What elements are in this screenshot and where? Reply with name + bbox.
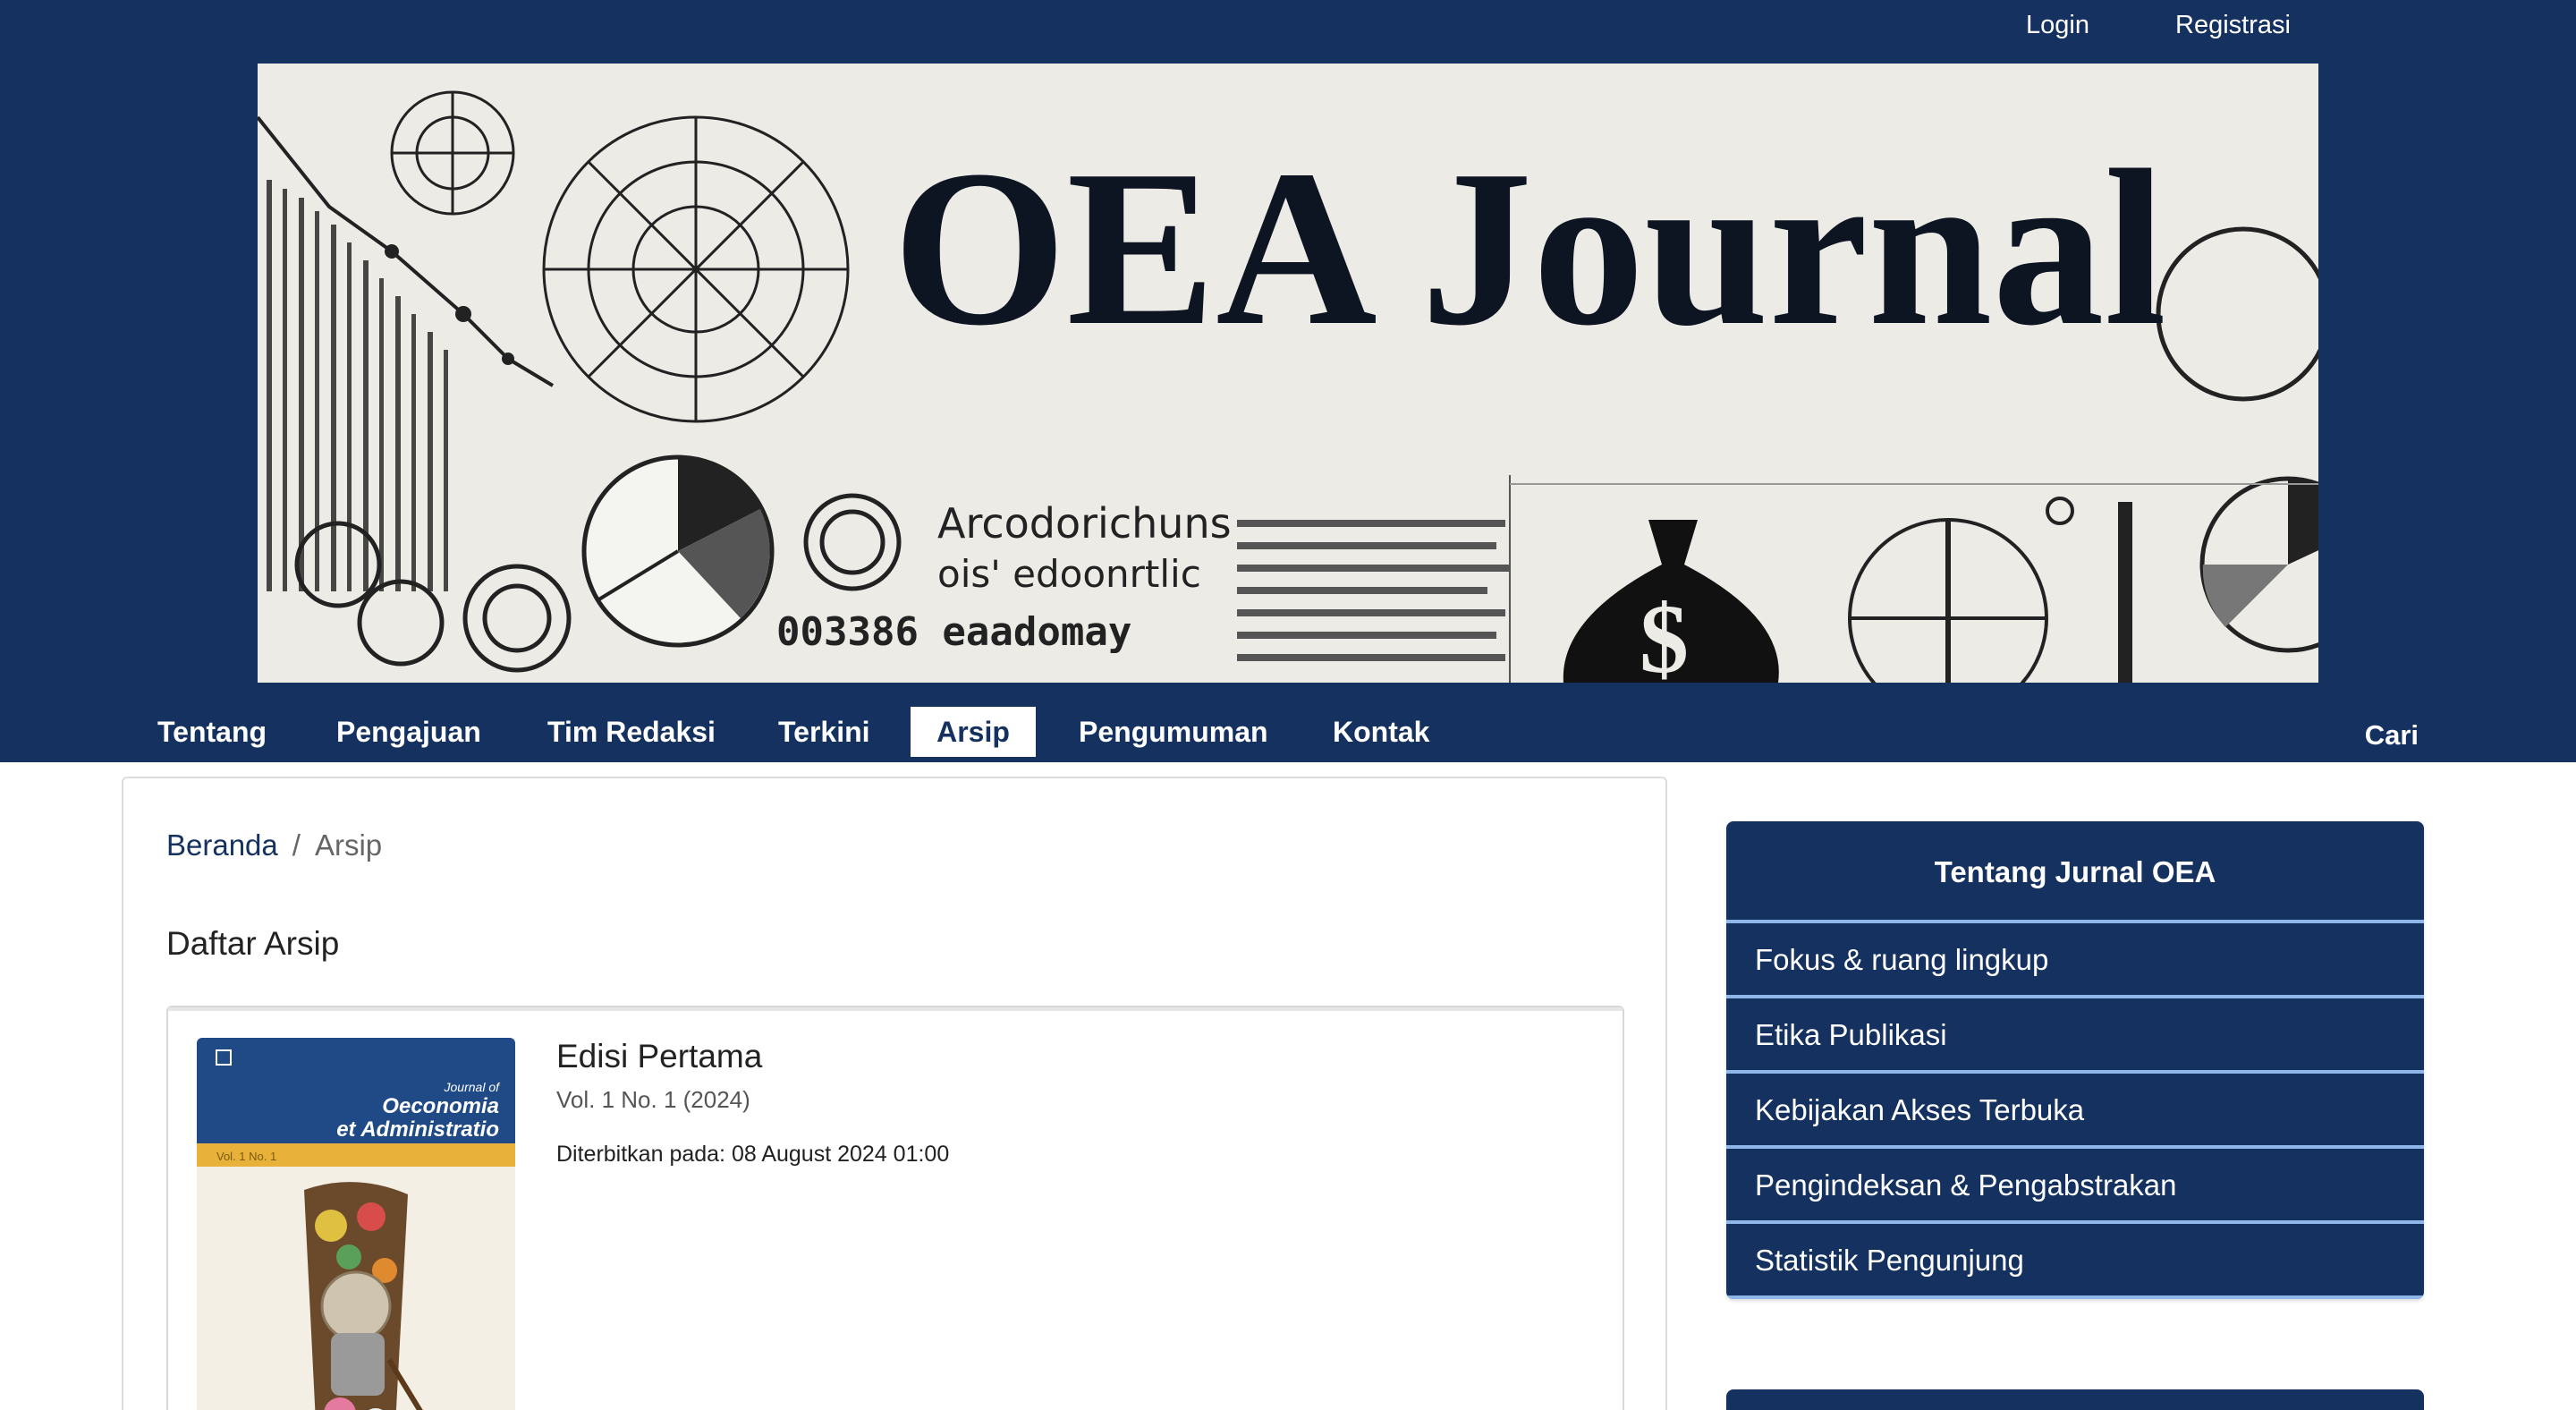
svg-text:$: $ [1640, 584, 1689, 683]
banner-illustration: OEA Journal Arcodorichuns ois' edoonrtli… [258, 64, 2318, 683]
issue-title-link[interactable]: Edisi Pertama [556, 1038, 762, 1075]
nav-item-tentang[interactable]: Tentang [129, 707, 295, 757]
nav-item-tim-redaksi[interactable]: Tim Redaksi [519, 707, 744, 757]
sidebar-link-visitor-statistics[interactable]: Statistik Pengunjung [1726, 1224, 2424, 1299]
main-content: Beranda / Arsip Daftar Arsip Journal of Oe… [122, 777, 1667, 1410]
nav-item-kontak[interactable]: Kontak [1304, 707, 1458, 757]
nav-item-terkini[interactable]: Terkini [750, 707, 899, 757]
svg-text:Arcodorichuns: Arcodorichuns [937, 499, 1232, 548]
svg-text:Journal of: Journal of [444, 1080, 502, 1094]
sidebar-link-open-access-policy[interactable]: Kebijakan Akses Terbuka [1726, 1074, 2424, 1149]
svg-text:et Administratio: et Administratio [336, 1117, 499, 1142]
breadcrumb: Beranda / Arsip [166, 828, 382, 862]
issue-series: Vol. 1 No. 1 (2024) [556, 1086, 750, 1113]
search-link[interactable]: Cari [2365, 710, 2419, 760]
register-button[interactable]: Registrasi [2175, 9, 2291, 41]
issue-cover-image[interactable]: Journal of Oeconomia et Administratio Vo… [197, 1038, 515, 1410]
nav-item-pengajuan[interactable]: Pengajuan [308, 707, 510, 757]
site-header: OEA Journal Arcodorichuns ois' edoonrtli… [0, 0, 2576, 762]
svg-text:Oeconomia: Oeconomia [382, 1094, 499, 1118]
issue-published-date: Diterbitkan pada: 08 August 2024 01:00 [556, 1142, 950, 1167]
sidebar-link-indexing[interactable]: Pengindeksan & Pengabstrakan [1726, 1149, 2424, 1224]
sidebar-link-publication-ethics[interactable]: Etika Publikasi [1726, 998, 2424, 1074]
journal-banner[interactable]: OEA Journal Arcodorichuns ois' edoonrtli… [258, 64, 2318, 683]
banner-title: OEA Journal [893, 124, 2166, 372]
sidebar-link-focus-scope[interactable]: Fokus & ruang lingkup [1726, 923, 2424, 998]
page-title: Daftar Arsip [166, 925, 340, 962]
nav-item-arsip[interactable]: Arsip [911, 707, 1036, 757]
svg-text:ois' edoonrtlic: ois' edoonrtlic [937, 552, 1201, 596]
cover-illustration: Journal of Oeconomia et Administratio Vo… [197, 1038, 515, 1410]
issue-summary: Journal of Oeconomia et Administratio Vo… [166, 1006, 1624, 1410]
primary-nav: Tentang Pengajuan Tim Redaksi Terkini Ar… [0, 707, 2576, 762]
svg-text:Vol. 1 No. 1: Vol. 1 No. 1 [216, 1150, 276, 1163]
login-button[interactable]: Login [2026, 9, 2089, 41]
nav-item-pengumuman[interactable]: Pengumuman [1050, 707, 1297, 757]
sidebar-title: Tentang Jurnal OEA [1726, 821, 2424, 923]
breadcrumb-home-link[interactable]: Beranda [166, 828, 278, 862]
sidebar-about-journal: Tentang Jurnal OEA Fokus & ruang lingkup… [1726, 821, 2424, 1299]
breadcrumb-current: Arsip [314, 828, 383, 862]
svg-text:003386 eaadomay: 003386 eaadomay [776, 609, 1131, 655]
sidebar-next-block [1726, 1389, 2424, 1410]
breadcrumb-separator: / [292, 828, 301, 862]
